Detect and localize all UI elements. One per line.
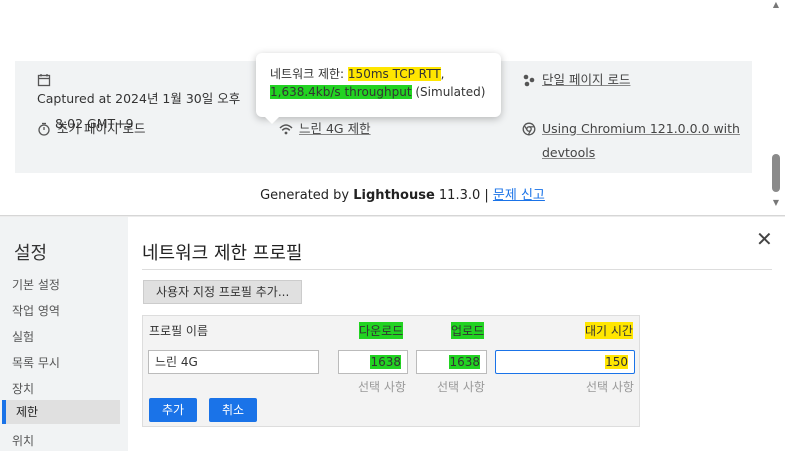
report-issue-link[interactable]: 문제 신고	[493, 188, 545, 203]
throttling-info[interactable]: 느린 4G 제한	[279, 117, 371, 141]
upload-value: 1638	[449, 355, 480, 369]
add-button[interactable]: 추가	[149, 398, 197, 422]
latency-hint: 선택 사항	[586, 380, 634, 394]
tooltip-suffix: (Simulated)	[411, 85, 486, 99]
sidebar-item-devices[interactable]: 장치	[12, 380, 34, 397]
upload-hint: 선택 사항	[437, 380, 485, 394]
sidebar-item-throttling[interactable]: 제한	[2, 400, 120, 424]
report-footer: Generated by Lighthouse 11.3.0 | 문제 신고	[0, 184, 785, 203]
title-divider	[142, 269, 772, 270]
upload-input[interactable]: 1638	[416, 350, 487, 374]
sidebar-item-experiments[interactable]: 실험	[12, 328, 34, 345]
chromium-link[interactable]: Using Chromium 121.0.0.0 with	[542, 117, 740, 141]
single-page-icon	[523, 74, 535, 87]
chrome-icon	[522, 122, 536, 136]
initial-load-label: 초기 페이지 로드	[57, 121, 146, 136]
throttling-link[interactable]: 느린 4G 제한	[299, 117, 371, 141]
col-latency: 대기 시간	[585, 322, 633, 339]
panel-title: 네트워크 제한 프로필	[142, 243, 303, 264]
download-value: 1638	[370, 355, 401, 369]
calendar-icon	[37, 74, 51, 87]
sidebar-item-locations[interactable]: 위치	[12, 432, 34, 449]
initial-load: 초기 페이지 로드	[37, 117, 145, 141]
add-custom-profile-button[interactable]: 사용자 지정 프로필 추가...	[143, 280, 303, 304]
scroll-up-arrow-icon[interactable]: ▲	[770, 0, 782, 10]
profile-editor: 프로필 이름 다운로드 업로드 대기 시간 느린 4G 1638 1638 15…	[142, 315, 640, 427]
wifi-icon	[279, 124, 293, 135]
lighthouse-report: Captured at 2024년 1월 30일 오후 8:02 GMT+9 초…	[0, 0, 785, 216]
chromium-info: Using Chromium 121.0.0.0 with devtools	[522, 117, 742, 165]
sidebar-item-preferences[interactable]: 기본 설정	[12, 276, 60, 293]
latency-value: 150	[605, 355, 628, 369]
throttling-profiles-panel: 네트워크 제한 프로필 ✕ 사용자 지정 프로필 추가... 프로필 이름 다운…	[128, 217, 785, 451]
download-input[interactable]: 1638	[338, 350, 408, 374]
throttling-tooltip: 네트워크 제한: 150ms TCP RTT, 1,638.4kb/s thro…	[256, 53, 501, 124]
tooltip-rtt: 150ms TCP RTT	[347, 67, 441, 81]
footer-generated: Generated by	[260, 188, 354, 203]
scrollbar[interactable]: ▲ ▼	[770, 0, 782, 214]
download-hint: 선택 사항	[358, 380, 406, 394]
tooltip-throughput: 1,638.4kb/s throughput	[270, 85, 412, 99]
devtools-link[interactable]: devtools	[522, 141, 595, 165]
col-download: 다운로드	[359, 322, 404, 339]
single-page: 단일 페이지 로드	[522, 68, 630, 92]
single-page-link[interactable]: 단일 페이지 로드	[542, 68, 630, 92]
col-upload: 업로드	[451, 322, 485, 339]
footer-brand: Lighthouse	[353, 188, 435, 203]
latency-input[interactable]: 150	[495, 350, 635, 374]
sidebar-item-workspace[interactable]: 작업 영역	[12, 302, 60, 319]
sidebar-item-ignore-list[interactable]: 목록 무시	[12, 354, 60, 371]
scroll-thumb[interactable]	[772, 154, 780, 192]
scroll-down-arrow-icon[interactable]: ▼	[770, 198, 782, 208]
tooltip-comma: ,	[440, 67, 445, 81]
settings-panel: 설정 기본 설정 작업 영역 실험 목록 무시 장치 제한 위치 네트워크 제한…	[0, 217, 785, 451]
stopwatch-icon	[38, 122, 50, 136]
cancel-button[interactable]: 취소	[209, 398, 257, 422]
close-icon[interactable]: ✕	[756, 227, 773, 251]
captured-label: Captured at 2024년 1월 30일 오후	[37, 91, 241, 106]
footer-version: 11.3.0 |	[434, 188, 493, 203]
settings-title: 설정	[14, 243, 48, 264]
profile-name-input[interactable]: 느린 4G	[148, 350, 319, 374]
tooltip-prefix: 네트워크 제한:	[270, 67, 348, 81]
col-profile-name: 프로필 이름	[149, 324, 209, 338]
settings-sidebar: 설정 기본 설정 작업 영역 실험 목록 무시 장치 제한 위치	[0, 217, 128, 451]
